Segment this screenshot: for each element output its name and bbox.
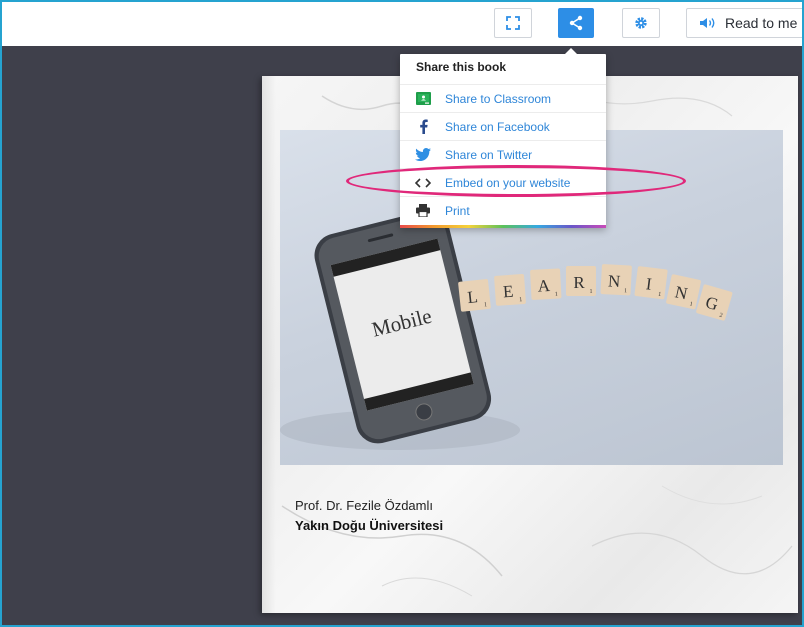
svg-text:L: L [466, 287, 478, 307]
book-publisher: Yakın Doğu Üniversitesi [295, 518, 444, 533]
svg-text:A: A [537, 276, 551, 296]
share-classroom-label: Share to Classroom [445, 91, 552, 106]
embed-website-label: Embed on your website [445, 175, 571, 190]
book-author: Prof. Dr. Fezile Özdamlı [295, 498, 433, 513]
svg-text:1: 1 [624, 288, 627, 294]
svg-text:1: 1 [484, 302, 488, 308]
share-menu: Share this book Share to Classroom Share [400, 48, 606, 228]
share-facebook-label: Share on Facebook [445, 119, 550, 134]
printer-icon [415, 203, 431, 219]
gear-icon [635, 17, 647, 29]
speaker-icon [700, 18, 715, 28]
top-toolbar: Read to me [2, 2, 802, 46]
share-button[interactable] [558, 8, 594, 38]
share-twitter-label: Share on Twitter [445, 147, 533, 162]
facebook-icon [415, 119, 431, 135]
twitter-icon [415, 147, 431, 163]
settings-button[interactable] [622, 8, 660, 38]
svg-text:R: R [573, 273, 585, 292]
scrabble-tiles: L 1 E 1 A 1 R 1 N 1 I 1 N 1 G 2 [458, 264, 733, 321]
fullscreen-button[interactable] [494, 8, 532, 38]
read-to-me-label: Read to me [725, 15, 798, 31]
share-classroom-item[interactable]: Share to Classroom [400, 84, 606, 112]
svg-text:N: N [607, 271, 620, 291]
share-facebook-item[interactable]: Share on Facebook [400, 112, 606, 140]
print-label: Print [445, 203, 470, 218]
share-twitter-item[interactable]: Share on Twitter [400, 140, 606, 168]
reader-frame: Read to me Mobile L 1 E 1 A 1 R 1 N 1 I … [0, 0, 804, 627]
menu-rainbow-bar [400, 225, 606, 228]
share-menu-title: Share this book [416, 60, 507, 74]
print-item[interactable]: Print [400, 196, 606, 224]
fullscreen-icon [506, 16, 520, 30]
google-classroom-icon [415, 91, 431, 107]
embed-website-item[interactable]: Embed on your website [400, 168, 606, 196]
read-to-me-button[interactable]: Read to me [686, 8, 802, 38]
svg-text:1: 1 [590, 289, 593, 295]
share-icon [569, 15, 583, 31]
svg-text:1: 1 [555, 292, 558, 298]
svg-text:1: 1 [519, 297, 522, 303]
code-icon [415, 175, 431, 191]
svg-text:E: E [502, 282, 514, 302]
